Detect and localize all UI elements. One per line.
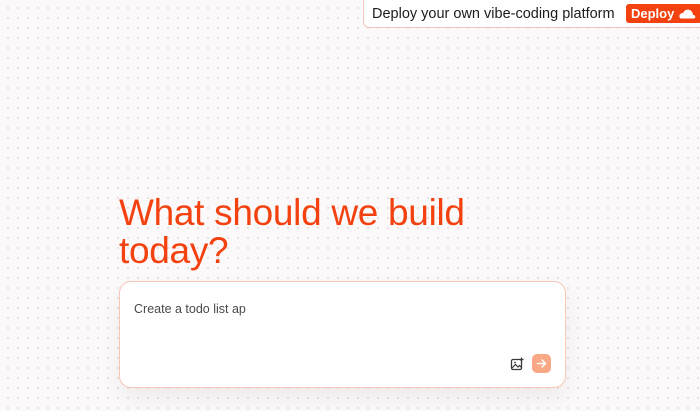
deploy-banner: Deploy your own vibe-coding platform Dep… bbox=[363, 0, 700, 28]
send-button[interactable] bbox=[532, 354, 551, 373]
prompt-card bbox=[119, 281, 566, 388]
banner-text: Deploy your own vibe-coding platform bbox=[372, 5, 615, 22]
arrow-right-icon bbox=[536, 359, 547, 368]
prompt-input[interactable] bbox=[134, 299, 534, 319]
cloud-icon bbox=[678, 9, 696, 19]
page-heading: What should we build today? bbox=[119, 192, 465, 271]
image-icon bbox=[510, 357, 524, 371]
deploy-button[interactable]: Deploy bbox=[626, 4, 700, 23]
image-upload-button[interactable] bbox=[510, 357, 524, 371]
deploy-button-label: Deploy bbox=[631, 6, 675, 21]
